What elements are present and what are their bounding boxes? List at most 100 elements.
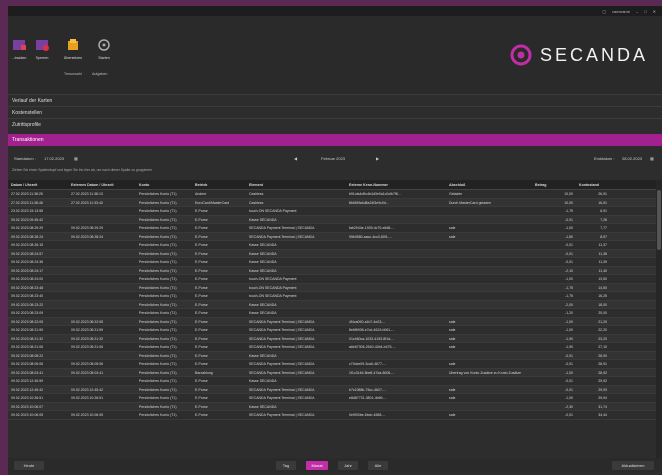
table-cell: Persönliches Konto (T1) — [139, 336, 177, 341]
table-cell — [346, 352, 446, 360]
column-header[interactable]: Externe Kenn-Nummer — [346, 180, 446, 189]
table-cell: Cashless — [249, 200, 264, 205]
table-cell: 4f4ca090-a1b7-4e23-... — [349, 319, 386, 324]
table-row[interactable]: 09.02.2023 10:26:51 09.02.2023 10:26:51 Pe… — [8, 394, 656, 403]
start-icon — [98, 39, 110, 51]
section-access-profiles[interactable]: Zutrittsprofile — [8, 118, 662, 130]
table-cell: touch-ON SECANDA Payment — [249, 285, 297, 290]
secanda-logo: SECANDA — [510, 44, 648, 66]
table-row[interactable]: 09.02.2023 08:24:17 Persönliches Konto (T… — [8, 266, 656, 275]
table-cell: touch-ON SECANDA Payment — [249, 277, 297, 281]
table-cell — [346, 275, 446, 283]
table-cell: 27.02.2023 11:33:40 — [71, 200, 103, 205]
calendar-icon[interactable]: ▦ — [650, 156, 654, 161]
table-cell: 31,74 — [598, 404, 607, 409]
ribbon-button-translate[interactable]: Übersetzen — [58, 38, 88, 60]
period-all-button[interactable]: Alle — [368, 461, 388, 470]
column-header[interactable]: Abschluß — [446, 180, 532, 189]
start-date-label: Startdatum : — [14, 155, 36, 161]
table-row[interactable]: 09.02.2023 08:23:09 Persönliches Konto (T… — [8, 309, 656, 318]
table-row[interactable]: 27.02.2023 11:38:25 27.02.2023 11:38:13 Pe… — [8, 190, 656, 199]
section-transactions[interactable]: Transaktionen — [8, 134, 662, 146]
translate-icon — [68, 39, 78, 50]
calendar-icon[interactable]: ▦ — [74, 156, 78, 161]
table-row[interactable]: 09.02.2023 08:03:41 09.02.2023 08:03:41 Pe… — [8, 368, 656, 377]
table-cell: EuroCard/MasterCard — [195, 200, 230, 205]
minimize-icon[interactable]: – — [636, 9, 638, 14]
table-cell: 29,94 — [598, 396, 607, 400]
table-row[interactable]: 09.02.2023 08:24:00 Persönliches Konto (T… — [8, 275, 656, 284]
table-cell: 23,20 — [598, 336, 607, 341]
table-row[interactable]: 09.02.2023 09:45:42 Persönliches Konto (T… — [8, 215, 656, 224]
column-header[interactable]: Element — [246, 180, 346, 189]
scrollbar-thumb[interactable] — [657, 190, 661, 250]
column-header[interactable]: Betrieb — [192, 180, 246, 189]
table-row[interactable]: 09.02.2023 08:23:22 Persönliches Konto (T… — [8, 300, 656, 309]
table-cell: -1,00 — [565, 277, 573, 281]
next-month-button[interactable]: ▶ — [376, 156, 379, 161]
table-cell: 09.02.2023 10:06:07 — [11, 404, 44, 409]
table-row[interactable]: 09.02.2023 08:26:15 Persönliches Konto (T… — [8, 241, 656, 250]
today-button[interactable]: Heute — [14, 461, 44, 470]
table-cell: Persönliches Konto (T1) — [139, 243, 177, 247]
username-label: username — [612, 8, 630, 14]
table-row[interactable]: 09.02.2023 08:08:22 Persönliches Konto (T… — [8, 351, 656, 360]
table-row[interactable]: 09.02.2023 08:24:36 Persönliches Konto (T… — [8, 258, 656, 267]
table-row[interactable]: 09.02.2023 08:05:06 09.02.2023 08:05:06 Pe… — [8, 360, 656, 369]
table-cell: 09.02.2023 12:45:42 — [71, 387, 104, 392]
column-header[interactable]: Kontostand — [576, 180, 610, 189]
table-cell: 27.02.2023 11:38:25 — [11, 192, 43, 196]
table-row[interactable]: 09.02.2023 08:24:57 Persönliches Konto (T… — [8, 249, 656, 258]
table-cell: touch-ON SECANDA Payment — [249, 209, 297, 213]
table-row[interactable]: 09.02.2023 08:23:40 Persönliches Konto (T… — [8, 292, 656, 301]
table-cell — [446, 301, 532, 309]
column-header[interactable]: Externes Datum / Uhrzeit — [68, 180, 136, 189]
column-header[interactable]: Konto — [136, 180, 192, 189]
table-row[interactable]: 09.02.2023 10:06:05 09.02.2023 10:06:05 Pe… — [8, 411, 656, 420]
month-label: Februar 2023 — [321, 155, 346, 161]
close-icon[interactable]: ✕ — [653, 9, 656, 14]
table-cell: Persönliches Konto (T1) — [139, 226, 177, 230]
table-cell: -0,01 — [565, 251, 573, 256]
table-row[interactable]: 09.02.2023 08:23:48 Persönliches Konto (T… — [8, 283, 656, 292]
table-cell: Persönliches Konto (T1) — [139, 345, 177, 349]
table-cell — [446, 258, 532, 266]
end-date-field[interactable]: 28.02.2023 — [622, 156, 642, 161]
period-month-button[interactable]: Monat — [306, 461, 328, 470]
table-row[interactable]: 23.02.2023 15:13:55 Persönliches Konto (T… — [8, 207, 656, 216]
table-cell: 27.02.2023 11:38:46 — [11, 200, 43, 205]
table-cell — [346, 403, 446, 411]
table-cell: 14,50 — [598, 285, 607, 290]
table-row[interactable]: 09.02.2023 08:29:29 09.02.2023 08:29:29 Pe… — [8, 224, 656, 233]
table-row[interactable]: 09.02.2023 12:45:42 09.02.2023 12:45:42 Pe… — [8, 385, 656, 394]
start-date-field[interactable]: 17.02.2023 — [44, 156, 64, 161]
ribbon-button-track[interactable]: ...tracken — [8, 38, 30, 60]
period-year-button[interactable]: Jahr — [338, 461, 358, 470]
table-row[interactable]: 09.02.2023 08:21:59 09.02.2023 08:21:59 Pe… — [8, 326, 656, 335]
ribbon-button-start[interactable]: Starten — [93, 38, 115, 60]
section-cost-centers[interactable]: Kostenstellen — [8, 106, 662, 118]
section-card-history[interactable]: Verlauf der Karten — [8, 94, 662, 106]
table-cell — [446, 216, 532, 224]
vertical-scrollbar[interactable] — [656, 180, 662, 465]
table-row[interactable]: 27.02.2023 11:38:46 27.02.2023 11:33:40 Pe… — [8, 198, 656, 207]
refresh-button[interactable]: Aktualisieren — [612, 461, 654, 470]
column-header[interactable]: Betrag — [532, 180, 576, 189]
ribbon-button-lock[interactable]: Sperren — [31, 38, 53, 60]
table-row[interactable]: 09.02.2023 08:21:32 09.02.2023 08:21:32 Pe… — [8, 334, 656, 343]
period-day-button[interactable]: Tag — [276, 461, 296, 470]
table-row[interactable]: 09.02.2023 10:06:07 Persönliches Konto (T… — [8, 402, 656, 411]
table-cell: Persönliches Konto (T1) — [139, 404, 177, 409]
table-cell: Kasse SECANDA — [249, 302, 277, 307]
table-row[interactable]: 09.02.2023 08:22:05 09.02.2023 08:22:05 Pe… — [8, 317, 656, 326]
table-row[interactable]: 09.02.2023 08:28:24 09.02.2023 08:28:24 Pe… — [8, 232, 656, 241]
table-cell: E-Purse — [195, 413, 208, 417]
table-cell: Persönliches Konto (T1) — [139, 413, 177, 417]
table-cell: 09.02.2023 10:26:51 — [11, 396, 44, 400]
table-row[interactable]: 09.02.2023 12:45:59 Persönliches Konto (T… — [8, 377, 656, 386]
maximize-icon[interactable]: □ — [644, 9, 646, 14]
prev-month-button[interactable]: ◀ — [294, 156, 297, 161]
table-row[interactable]: 09.02.2023 08:21:06 09.02.2023 08:21:06 Pe… — [8, 343, 656, 352]
column-header[interactable]: Datum / Uhrzeit — [8, 180, 68, 189]
table-cell: 10,00 — [564, 200, 573, 205]
